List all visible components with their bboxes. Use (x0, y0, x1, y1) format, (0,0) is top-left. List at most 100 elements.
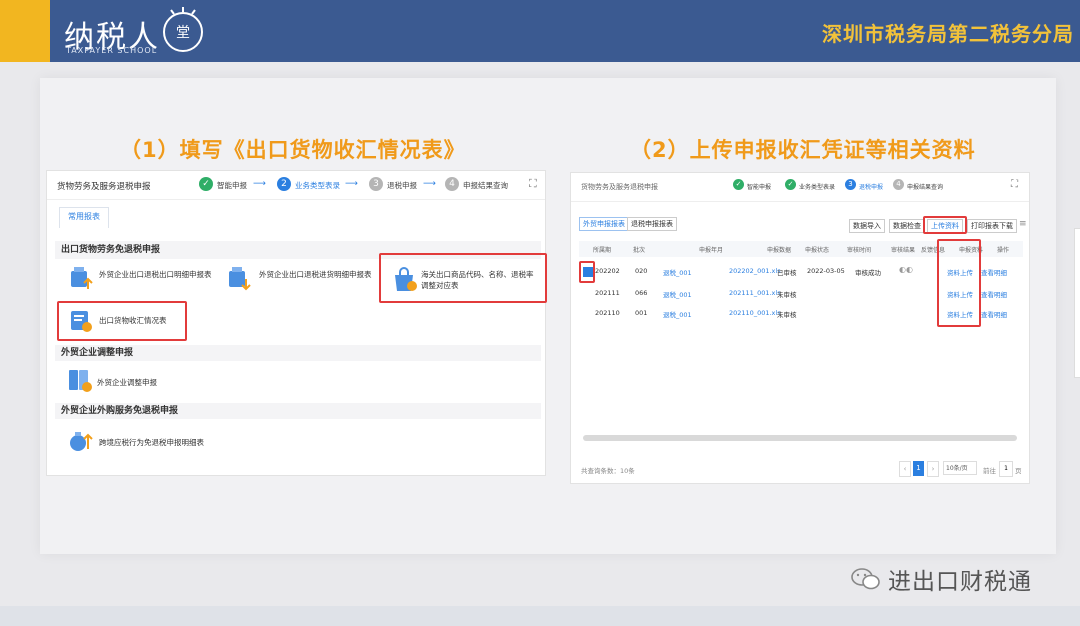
step1-title: （1）填写《出口货物收汇情况表》 (120, 138, 466, 162)
svg-text:堂: 堂 (176, 25, 190, 41)
cell-view-link[interactable]: 查看明细 (981, 267, 1007, 277)
col-header: 申报年月 (699, 247, 724, 254)
section-service: 外贸企业外购服务免退税申报 (55, 403, 541, 419)
edge-card (1074, 228, 1080, 378)
col-header: 申报数据 (767, 247, 792, 254)
current-page-button[interactable]: 1 (913, 461, 924, 476)
arrow-icon: ⟶ (423, 179, 436, 189)
report-upload-icon (71, 267, 93, 289)
cell-a[interactable]: 退税_001 (663, 267, 692, 277)
cell-batch: 001 (635, 309, 648, 317)
cell-batch: 020 (635, 267, 648, 275)
right-step-1-icon: ✓ (733, 179, 744, 190)
prev-page-button[interactable]: ‹ (899, 461, 911, 477)
tab-trade-reports[interactable]: 外贸申报报表 (579, 217, 629, 231)
settings-icon[interactable]: ≡ (1019, 219, 1027, 229)
left-step-1-icon: ✓ (199, 177, 213, 191)
money-bag-icon (70, 432, 93, 451)
feedback-icon[interactable]: ◐◐ (899, 265, 913, 274)
logo-subtitle: TAXPAYER SCHOOL (66, 46, 158, 55)
organization-name: 深圳市税务局第二税务分局 (822, 22, 1074, 46)
header-accent-bar (0, 0, 50, 62)
goto-unit: 页 (1015, 467, 1022, 475)
left-step-2-label[interactable]: 业务类型表录 (295, 180, 340, 191)
left-screenshot-panel: 货物劳务及服务退税申报 ✓ 智能申报 ⟶ 2 业务类型表录 ⟶ 3 退税申报 ⟶… (46, 170, 547, 476)
arrow-icon: ⟶ (345, 179, 358, 189)
cell-period: 202202 (595, 267, 620, 275)
tab-common-reports[interactable]: 常用报表 (59, 207, 109, 228)
col-header: 审核时间 (847, 247, 872, 254)
horizontal-scrollbar[interactable] (583, 435, 1017, 441)
data-import-button[interactable]: 数据导入 (849, 219, 885, 233)
item-purchase-detail[interactable]: 外贸企业出口退税进货明细申报表 (259, 269, 375, 280)
left-step-2-icon: 2 (277, 177, 291, 191)
left-step-3-label[interactable]: 退税申报 (387, 180, 417, 191)
left-step-4-label[interactable]: 申报结果查询 (463, 180, 508, 191)
cell-a[interactable]: 退税_001 (663, 289, 692, 299)
next-page-button[interactable]: › (927, 461, 939, 477)
left-panel-title: 货物劳务及服务退税申报 (57, 182, 151, 192)
bottom-strip (0, 606, 1080, 626)
left-panel-header: 货物劳务及服务退税申报 ✓ 智能申报 ⟶ 2 业务类型表录 ⟶ 3 退税申报 ⟶… (47, 171, 545, 200)
col-header: 申报状态 (805, 247, 830, 254)
print-download-button[interactable]: 打印报表下载 (967, 219, 1017, 233)
logo-seal-icon: 堂 (163, 7, 203, 52)
cell-file[interactable]: 202111_001.xls (729, 289, 781, 297)
cell-state: 未审核 (777, 311, 797, 319)
left-step-1-label[interactable]: 智能申报 (217, 180, 247, 191)
highlight-export-receipt (57, 301, 187, 341)
footer-total: 共查询条数：10条 (581, 467, 635, 475)
slide-area: （1）填写《出口货物收汇情况表》 （2）上传申报收汇凭证等相关资料 货物劳务及服… (40, 78, 1056, 554)
item-cross-border[interactable]: 跨境应税行为免退税申报明细表 (99, 437, 204, 448)
goto-label: 前往 (983, 467, 996, 475)
cell-file[interactable]: 202110_001.xls (729, 309, 781, 317)
cell-batch: 066 (635, 289, 648, 297)
right-step-1-label[interactable]: 智能申报 (747, 182, 771, 191)
item-adjustment[interactable]: 外贸企业调整申报 (97, 377, 157, 388)
item-export-detail[interactable]: 外贸企业出口退税出口明细申报表 (99, 269, 213, 280)
right-step-3-icon: 3 (845, 179, 856, 190)
cell-period: 202110 (595, 309, 620, 317)
step2-title: （2）上传申报收汇凭证等相关资料 (630, 138, 976, 162)
col-header: 所属期 (593, 247, 612, 254)
highlight-row-checkbox (579, 261, 595, 283)
header-banner: 纳税人 TAXPAYER SCHOOL 堂 深圳市税务局第二税务分局 (0, 0, 1080, 62)
col-header: 批次 (633, 247, 646, 254)
fullscreen-icon[interactable]: ⛶ (529, 177, 537, 191)
goto-page-input[interactable]: 1 (999, 461, 1013, 477)
fullscreen-icon[interactable]: ⛶ (1011, 179, 1018, 190)
cell-state: 未审核 (777, 291, 797, 299)
col-header: 审核结果 (891, 247, 916, 254)
right-step-4-label[interactable]: 申报结果查询 (907, 182, 943, 191)
right-panel-header: 货物劳务及服务退税申报 ✓ 智能申报 ✓ 业务类型表录 3 退税申报 4 申报结… (571, 173, 1029, 202)
right-step-2-label[interactable]: 业务类型表录 (799, 182, 835, 191)
cell-period: 202111 (595, 289, 620, 297)
highlight-upload-button (923, 216, 967, 234)
data-check-button[interactable]: 数据检查 (889, 219, 925, 233)
right-step-3-label[interactable]: 退税申报 (859, 182, 883, 191)
report-download-icon (229, 267, 251, 291)
highlight-customs-code (379, 253, 547, 303)
left-step-3-icon: 3 (369, 177, 383, 191)
cell-view-link[interactable]: 查看明细 (981, 289, 1007, 299)
section-adjustment: 外贸企业调整申报 (55, 345, 541, 361)
right-step-4-icon: 4 (893, 179, 904, 190)
cell-view-link[interactable]: 查看明细 (981, 309, 1007, 319)
arrow-icon: ⟶ (253, 179, 266, 189)
right-screenshot-panel: 货物劳务及服务退税申报 ✓ 智能申报 ✓ 业务类型表录 3 退税申报 4 申报结… (570, 172, 1030, 484)
page-size-select[interactable]: 10条/页 (943, 461, 977, 475)
tab-refund-reports[interactable]: 退税申报报表 (627, 217, 677, 231)
highlight-upload-column (937, 239, 981, 327)
col-header: 操作 (997, 247, 1010, 254)
left-step-4-icon: 4 (445, 177, 459, 191)
cell-date: 2022-03-05 (807, 267, 845, 275)
cell-state: 已审核 (777, 269, 797, 277)
cell-file[interactable]: 202202_001.xls (729, 267, 781, 275)
document-check-icon (69, 370, 92, 392)
wechat-icon (851, 568, 880, 590)
right-step-2-icon: ✓ (785, 179, 796, 190)
cell-a[interactable]: 退税_001 (663, 309, 692, 319)
cell-result: 审核成功 (855, 269, 881, 277)
watermark-text: 进出口财税通 (888, 569, 1032, 595)
right-panel-title: 货物劳务及服务退税申报 (581, 183, 658, 191)
